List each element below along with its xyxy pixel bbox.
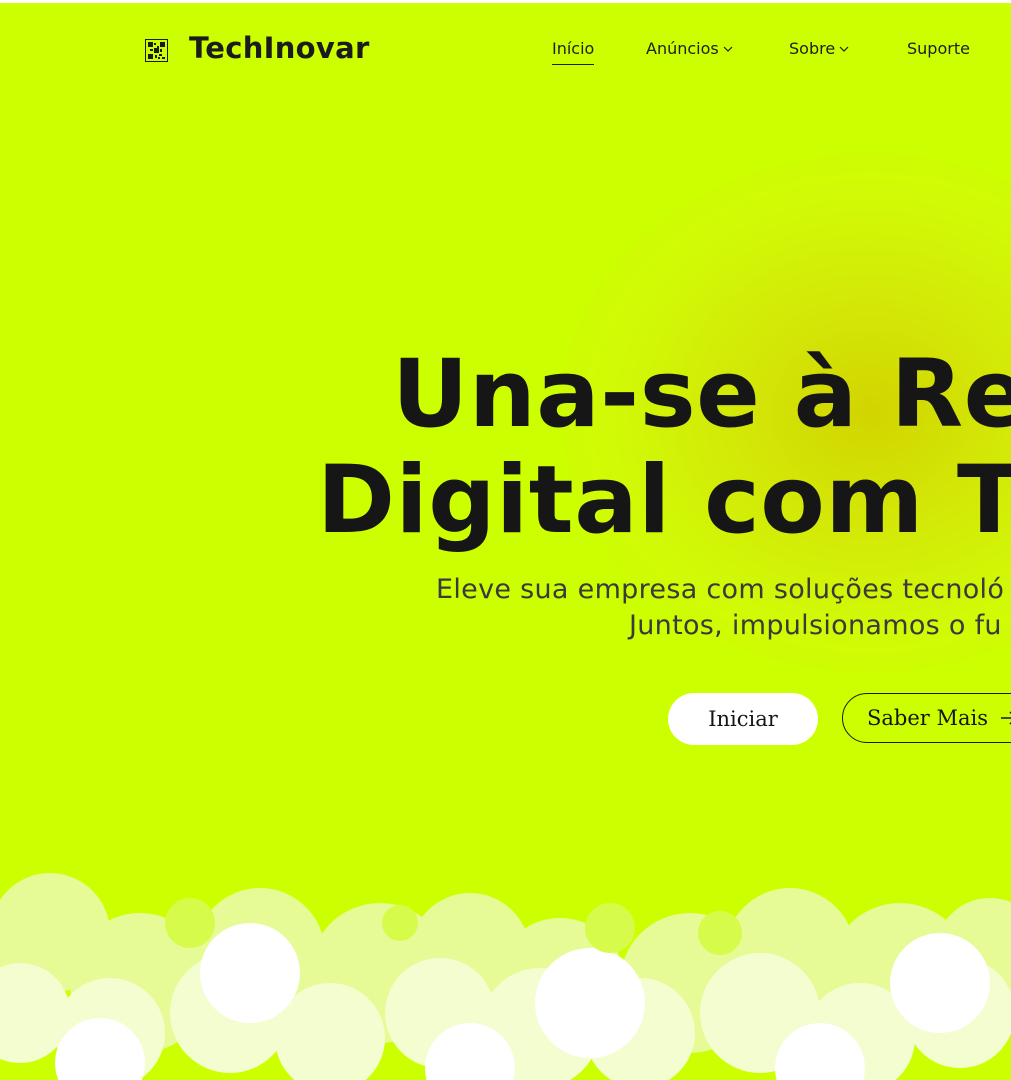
start-button[interactable]: Iniciar bbox=[668, 693, 818, 745]
arrow-right-icon bbox=[1001, 711, 1011, 725]
start-button-label: Iniciar bbox=[708, 707, 778, 731]
nav-item-label: Início bbox=[552, 39, 595, 58]
chevron-down-icon bbox=[839, 46, 849, 52]
hero-title-line-1: Una-se à Revo bbox=[392, 340, 1011, 449]
qr-code-icon[interactable] bbox=[145, 39, 168, 62]
top-navigation: TechInovar Início Anúncios Sobre Suporte bbox=[0, 3, 1011, 98]
hero-title-line-2: Digital com Tec bbox=[317, 446, 1011, 555]
nav-item-suporte[interactable]: Suporte bbox=[907, 39, 970, 58]
nav-item-label: Anúncios bbox=[646, 39, 719, 58]
hero-subtitle-line-1: Eleve sua empresa com soluções tecnoló bbox=[436, 574, 1005, 605]
nav-item-label: Sobre bbox=[789, 39, 836, 58]
learn-more-button[interactable]: Saber Mais bbox=[842, 693, 1011, 743]
learn-more-button-label: Saber Mais bbox=[867, 706, 989, 730]
chevron-down-icon bbox=[723, 46, 733, 52]
bubble-decoration bbox=[0, 873, 1011, 1080]
page: TechInovar Início Anúncios Sobre Suporte… bbox=[0, 3, 1011, 1080]
nav-item-sobre[interactable]: Sobre bbox=[789, 39, 849, 58]
nav-item-label: Suporte bbox=[907, 39, 970, 58]
nav-item-anuncios[interactable]: Anúncios bbox=[646, 39, 733, 58]
nav-item-inicio[interactable]: Início bbox=[552, 39, 595, 65]
brand-name[interactable]: TechInovar bbox=[189, 31, 370, 65]
hero-subtitle-line-2: Juntos, impulsionamos o fu bbox=[629, 610, 1002, 641]
